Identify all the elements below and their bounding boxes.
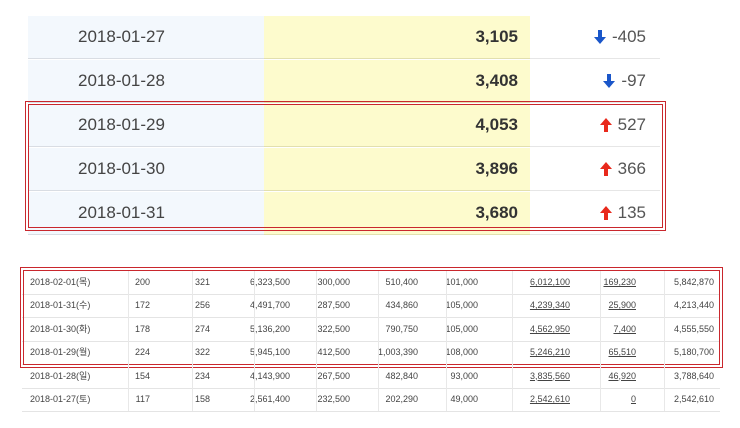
link-amount-cell[interactable]: 2,542,610 (530, 388, 570, 411)
date-cell: 2018-01-28 (28, 60, 264, 103)
column-divider (316, 271, 317, 411)
column-divider (254, 271, 255, 411)
change-value: -405 (611, 27, 646, 46)
column-divider (128, 271, 129, 411)
table-row: 2018-01-28 3,408 -97 (28, 60, 660, 103)
col5-cell: 202,290 (385, 394, 418, 404)
column-divider (192, 271, 193, 411)
col4-cell: 232,500 (317, 394, 350, 404)
value-cell: 3,408 (264, 60, 530, 103)
column-divider (446, 271, 447, 411)
date-cell: 2018-01-28(일) (30, 370, 91, 381)
link-fee-cell[interactable]: 46,920 (608, 365, 636, 388)
arrow-down-icon (602, 73, 616, 89)
column-divider (512, 271, 513, 411)
column-divider (600, 271, 601, 411)
arrow-down-icon (593, 29, 607, 45)
bottom-highlight-box (20, 267, 723, 368)
table-row: 2018-01-28(일) 154 234 4,143,900 267,500 482,8… (22, 365, 720, 389)
column-divider (378, 271, 379, 411)
gross-cell: 2,561,400 (249, 394, 290, 404)
value-cell: 3,105 (264, 16, 530, 59)
col4-cell: 267,500 (317, 370, 350, 381)
col5-cell: 482,840 (385, 370, 418, 381)
table-row: 2018-01-27 3,105 -405 (28, 16, 660, 59)
gross-cell: 4,143,900 (249, 370, 290, 381)
col6-cell: 49,000 (450, 394, 478, 404)
link-fee-cell[interactable]: 0 (631, 388, 636, 411)
count-a-cell: 117 (135, 394, 150, 404)
count-b-cell: 234 (194, 370, 210, 381)
date-cell: 2018-01-27(토) (30, 394, 91, 404)
net-cell: 2,542,610 (673, 394, 714, 404)
link-amount-cell[interactable]: 3,835,560 (530, 365, 570, 388)
count-a-cell: 154 (134, 370, 150, 381)
net-cell: 3,788,640 (673, 370, 714, 381)
count-b-cell: 158 (194, 394, 210, 404)
col6-cell: 93,000 (450, 370, 478, 381)
date-cell: 2018-01-27 (28, 16, 264, 59)
table-row: 2018-01-27(토) 117 158 2,561,400 232,500 202,2… (22, 388, 720, 412)
column-divider (664, 271, 665, 411)
top-highlight-box (25, 101, 666, 231)
change-value: -97 (621, 71, 646, 90)
change-cell: -405 (530, 16, 660, 59)
change-cell: -97 (530, 60, 660, 103)
